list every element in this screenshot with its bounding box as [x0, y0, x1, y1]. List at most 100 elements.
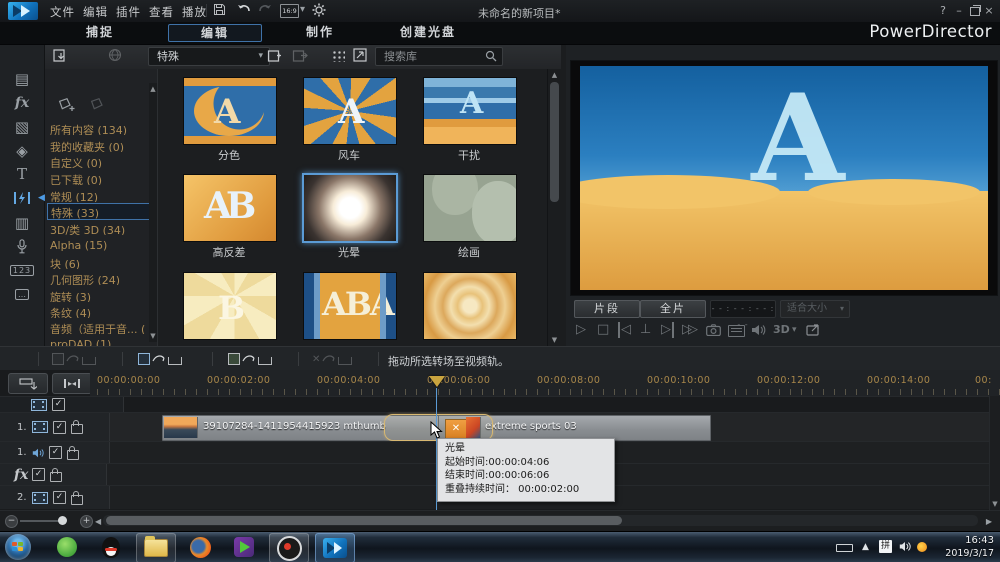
preview-quality-icon[interactable]: [728, 325, 745, 337]
tab-produce[interactable]: 制作: [275, 24, 365, 40]
menu-edit[interactable]: 编辑: [83, 4, 108, 20]
help-button[interactable]: ?: [936, 4, 950, 17]
transition-item[interactable]: A: [183, 77, 277, 145]
tab-edit[interactable]: 编辑: [168, 24, 262, 42]
tray-keyboard-icon[interactable]: [836, 544, 853, 552]
tray-weather-icon[interactable]: [917, 542, 927, 552]
category-block[interactable]: 块 (6): [50, 256, 146, 269]
transition-item[interactable]: [423, 174, 517, 242]
menu-play[interactable]: 播放: [182, 4, 207, 20]
taskbar-qq-icon[interactable]: [92, 533, 130, 561]
3d-dropdown-icon[interactable]: ▾: [792, 322, 797, 338]
transition-item[interactable]: A: [303, 77, 397, 145]
zoom-in-button[interactable]: +: [80, 515, 93, 528]
track-lock-icon[interactable]: [50, 467, 62, 482]
seek-button[interactable]: ⊥: [640, 322, 651, 338]
taskbar-powerdirector-icon[interactable]: [315, 533, 355, 562]
taskbar-recorder-icon[interactable]: [269, 533, 309, 562]
particle-room-icon[interactable]: ◈: [0, 140, 44, 162]
new-folder-icon[interactable]: [267, 48, 283, 63]
category-general[interactable]: 常规 (12): [50, 189, 146, 202]
scroll-up-icon[interactable]: ▲: [548, 69, 561, 81]
preview-timecode[interactable]: - - : - - : - - : - -: [710, 300, 776, 329]
settings-gear-icon[interactable]: [312, 3, 326, 17]
transition-item[interactable]: ABA: [303, 272, 397, 340]
save-icon[interactable]: [213, 3, 226, 16]
snap-alignment-button[interactable]: ▸◂: [52, 373, 92, 394]
search-input[interactable]: 搜索库: [375, 47, 503, 66]
category-rotate[interactable]: 旋转 (3): [50, 289, 146, 302]
zoom-slider-knob[interactable]: [58, 516, 67, 525]
tray-ime-icon[interactable]: 拼: [879, 540, 892, 553]
category-filter-dropdown[interactable]: 特殊 ▾: [148, 47, 270, 66]
play-button[interactable]: ▷: [576, 322, 586, 338]
minimize-button[interactable]: –: [952, 4, 966, 17]
menu-plugins[interactable]: 插件: [116, 4, 141, 20]
subtitle-room-icon[interactable]: …: [0, 283, 44, 305]
tab-create-disc[interactable]: 创建光盘: [378, 24, 478, 40]
track-manager-button[interactable]: [8, 373, 48, 394]
taskbar-firefox-icon[interactable]: [181, 533, 219, 561]
track-lock-icon[interactable]: [71, 490, 83, 505]
media-room-icon[interactable]: ▤: [0, 68, 44, 90]
scroll-down-icon[interactable]: ▼: [149, 330, 157, 342]
category-3d[interactable]: 3D/类 3D (34): [50, 222, 146, 235]
track-lock-icon[interactable]: [71, 420, 83, 434]
track-enable-checkbox[interactable]: ✓: [53, 420, 66, 434]
clip-mode-button[interactable]: 片段: [574, 300, 640, 318]
grid-view-icon[interactable]: [332, 50, 345, 62]
enable-all-checkbox[interactable]: ✓: [52, 398, 65, 411]
category-geometric[interactable]: 几何图形 (24): [50, 272, 146, 285]
category-alpha[interactable]: Alpha (15): [50, 239, 146, 252]
taskbar-explorer-icon[interactable]: [136, 533, 176, 562]
tray-volume-icon[interactable]: [899, 541, 911, 552]
transition-item-selected[interactable]: [302, 173, 398, 243]
next-frame-button[interactable]: ▷: [661, 322, 674, 338]
track-enable-checkbox[interactable]: ✓: [49, 446, 62, 459]
category-all[interactable]: 所有内容 (134): [50, 122, 146, 135]
aspect-ratio-selector[interactable]: 16:9: [280, 4, 299, 18]
category-custom[interactable]: 自定义 (0): [50, 155, 146, 168]
3d-mode-button[interactable]: 3D: [773, 322, 790, 338]
aspect-dropdown-icon[interactable]: ▾: [300, 4, 305, 15]
track-lock-icon[interactable]: [67, 445, 79, 460]
start-button[interactable]: [5, 534, 31, 560]
volume-speaker-icon[interactable]: [751, 324, 766, 336]
effect-room-icon[interactable]: fx: [0, 92, 44, 114]
movie-mode-button[interactable]: 全片: [640, 300, 706, 318]
scroll-down-icon[interactable]: ▼: [548, 334, 561, 346]
timeline-horizontal-scrollbar[interactable]: [103, 515, 978, 526]
undo-icon[interactable]: [236, 3, 251, 16]
expand-library-icon[interactable]: [353, 48, 367, 62]
import-media-icon[interactable]: [53, 48, 70, 63]
scroll-down-icon[interactable]: ▼: [990, 498, 1000, 510]
timeline-vertical-scrollbar[interactable]: ▼: [989, 396, 1000, 510]
snapshot-camera-icon[interactable]: [706, 324, 721, 336]
pip-objects-room-icon[interactable]: ▧: [0, 116, 44, 138]
track-enable-checkbox[interactable]: ✓: [32, 468, 45, 481]
close-button[interactable]: ×: [982, 4, 996, 17]
apply-crossfade-to-all-button[interactable]: [228, 351, 272, 367]
title-room-icon[interactable]: T: [0, 163, 44, 185]
chapter-room-icon[interactable]: 123: [0, 259, 44, 281]
transition-item[interactable]: AB: [183, 174, 277, 242]
add-tag-icon[interactable]: [57, 97, 77, 113]
tray-show-hidden-icon[interactable]: ▲: [862, 542, 869, 552]
menu-file[interactable]: 文件: [50, 4, 75, 20]
category-scrollbar[interactable]: ▲ ▼: [149, 83, 157, 342]
apply-random-to-all-button[interactable]: [138, 351, 182, 367]
category-downloaded[interactable]: 已下载 (0): [50, 172, 146, 185]
fast-forward-button[interactable]: ▷▷: [682, 322, 698, 338]
category-audio[interactable]: 音频（适用于音... (2): [50, 321, 146, 334]
zoom-out-button[interactable]: −: [5, 515, 18, 528]
transition-item[interactable]: [423, 272, 517, 340]
category-special-selected[interactable]: 特殊 (33): [47, 203, 151, 220]
stop-button[interactable]: □: [597, 322, 609, 338]
library-scrollbar[interactable]: ▲ ▼: [547, 69, 561, 346]
playhead-marker[interactable]: [429, 376, 445, 387]
transition-room-icon[interactable]: ◀: [0, 187, 45, 209]
scrollbar-thumb[interactable]: [106, 516, 622, 525]
scrollbar-thumb[interactable]: [550, 82, 559, 202]
undock-preview-icon[interactable]: [806, 324, 820, 336]
voiceover-room-icon[interactable]: [0, 235, 44, 257]
